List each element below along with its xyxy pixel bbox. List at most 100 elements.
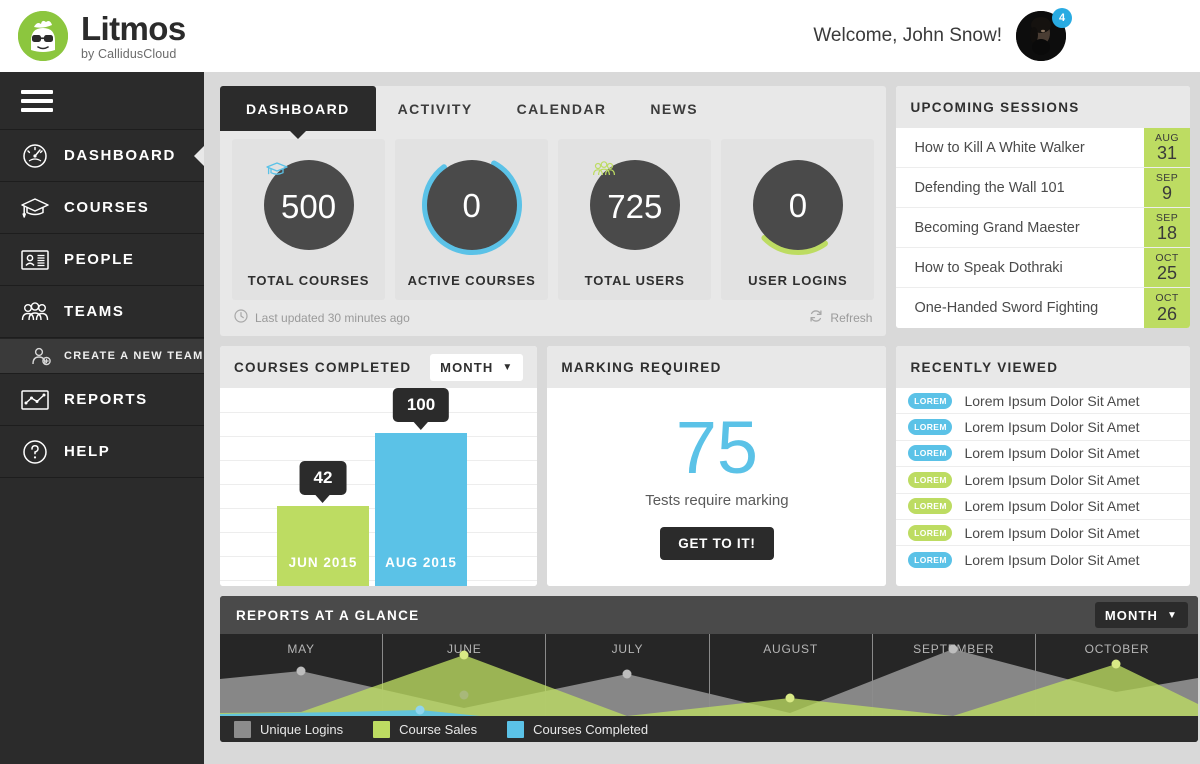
sidebar-item-people[interactable]: PEOPLE [0,234,204,286]
session-name: How to Kill A White Walker [914,139,1085,156]
item-title: Lorem Ipsum Dolor Sit Amet [964,392,1140,409]
marking-body: 75 Tests require marking GET TO IT! [547,388,887,586]
stat-card-total-courses[interactable]: 500 TOTAL COURSES [232,139,386,300]
sidebar-item-courses[interactable]: COURSES [0,182,204,234]
panel-header: COURSES COMPLETED MONTH ▼ [220,346,538,388]
hamburger-menu-icon[interactable] [0,72,204,130]
panel-title: COURSES COMPLETED [234,359,412,375]
tab-news[interactable]: NEWS [628,86,720,131]
sidebar-item-dashboard[interactable]: DASHBOARD [0,130,204,182]
data-point [459,690,469,700]
stat-card-group: 500 TOTAL COURSES 0 ACTIVE COURSES 725 T… [220,131,886,300]
litmos-face-logo-icon [18,11,68,61]
legend-item-unique-logins[interactable]: Unique Logins [234,720,344,738]
sidebar: DASHBOARD COURSES PEOPLE TEAMS CREATE A … [0,72,204,764]
tab-label: NEWS [650,100,698,117]
courses-completed-panel: COURSES COMPLETED MONTH ▼ 42 JUN 2015 10… [220,346,538,586]
status-badge: LOREM [908,551,953,568]
marking-required-panel: MARKING REQUIRED 75 Tests require markin… [547,346,887,586]
session-day: 31 [1156,143,1178,164]
refresh-label: Refresh [830,310,873,325]
get-to-it-button[interactable]: GET TO IT! [660,527,774,561]
data-point [948,644,958,654]
area-series-svg [220,644,1198,716]
reports-at-a-glance-panel: REPORTS AT A GLANCE MONTH ▼ MAY JUNE JUL… [220,596,1198,742]
refresh-button[interactable]: Refresh [809,309,872,326]
session-day: 9 [1161,183,1172,204]
data-point [296,666,306,676]
session-name: Defending the Wall 101 [914,179,1065,196]
status-badge: LOREM [908,498,953,515]
legend-item-course-sales[interactable]: Course Sales [373,720,477,738]
list-item[interactable]: How to Speak Dothraki OCT 25 [896,248,1190,288]
session-name: How to Speak Dothraki [914,259,1063,276]
tab-activity[interactable]: ACTIVITY [376,86,495,131]
bar-chart: 42 JUN 2015 100 AUG 2015 [220,388,538,586]
list-item[interactable]: Becoming Grand Maester SEP 18 [896,208,1190,248]
bar-group-jun-2015[interactable]: 42 JUN 2015 [277,461,369,586]
list-item[interactable]: One-Handed Sword Fighting OCT 26 [896,288,1190,328]
upcoming-sessions-list: How to Kill A White Walker AUG 31 Defend… [896,128,1190,328]
sidebar-item-label: PEOPLE [64,251,135,268]
courses-completed-range-dropdown[interactable]: MONTH ▼ [430,353,524,381]
area-chart: MAY JUNE JULY AUGUST SEPTEMBER OCTOBER [220,634,1198,716]
stat-card-active-courses[interactable]: 0 ACTIVE COURSES [395,139,549,300]
sidebar-item-label: DASHBOARD [64,147,176,164]
tab-label: ACTIVITY [397,100,473,117]
list-item[interactable]: Defending the Wall 101 SEP 9 [896,168,1190,208]
tab-label: DASHBOARD [246,100,350,117]
session-name: One-Handed Sword Fighting [914,300,1099,316]
chevron-down-icon: ▼ [1167,609,1178,621]
list-item[interactable]: LOREM Lorem Ipsum Dolor Sit Amet [896,520,1190,547]
data-point [785,693,795,703]
brand-name: Litmos [81,9,186,47]
list-item[interactable]: LOREM Lorem Ipsum Dolor Sit Amet [896,441,1190,468]
stat-label: TOTAL COURSES [247,273,370,288]
session-day: 18 [1156,223,1178,244]
tab-dashboard[interactable]: DASHBOARD [220,86,376,131]
session-date: SEP 9 [1144,168,1190,207]
last-updated-text: Last updated 30 minutes ago [255,310,410,325]
session-month: SEP [1155,211,1179,224]
legend-item-courses-completed[interactable]: Courses Completed [507,720,648,738]
sidebar-item-label: HELP [64,443,111,460]
panel-header: MARKING REQUIRED [547,346,887,388]
chart-legend: Unique Logins Course Sales Courses Compl… [220,716,1198,742]
session-date: OCT 26 [1144,288,1190,328]
dashboard-page: Litmos by CallidusCloud Welcome, John Sn… [0,0,1200,764]
sidebar-item-teams[interactable]: TEAMS [0,286,204,338]
legend-swatch [234,720,251,738]
legend-label: Unique Logins [260,721,344,737]
middle-row: COURSES COMPLETED MONTH ▼ 42 JUN 2015 10… [220,346,1190,586]
bar-group-aug-2015[interactable]: 100 AUG 2015 [375,388,467,586]
list-item[interactable]: LOREM Lorem Ipsum Dolor Sit Amet [896,546,1190,572]
brand-logo[interactable]: Litmos by CallidusCloud [0,11,186,61]
status-badge: LOREM [908,524,953,541]
sidebar-item-create-a-new-team[interactable]: CREATE A NEW TEAM [0,338,204,374]
list-item[interactable]: LOREM Lorem Ipsum Dolor Sit Amet [896,467,1190,494]
session-date: SEP 18 [1144,208,1190,247]
list-item[interactable]: How to Kill A White Walker AUG 31 [896,128,1190,168]
stat-card-user-logins[interactable]: 0 USER LOGINS [721,139,875,300]
list-item[interactable]: LOREM Lorem Ipsum Dolor Sit Amet [896,388,1190,415]
sidebar-item-label: REPORTS [64,391,148,408]
legend-swatch [507,720,525,738]
sidebar-item-reports[interactable]: REPORTS [0,374,204,426]
session-name: Becoming Grand Maester [914,219,1080,236]
list-item[interactable]: LOREM Lorem Ipsum Dolor Sit Amet [896,414,1190,441]
list-item[interactable]: LOREM Lorem Ipsum Dolor Sit Amet [896,494,1190,520]
marking-subtitle: Tests require marking [645,492,789,510]
id-card-icon [18,245,52,275]
stat-card-total-users[interactable]: 725 TOTAL USERS [558,139,712,300]
reports-range-dropdown[interactable]: MONTH ▼ [1094,602,1188,628]
data-point [459,650,469,660]
status-badge: LOREM [908,445,953,462]
sidebar-item-help[interactable]: HELP [0,426,204,478]
graduation-cap-icon [18,193,52,223]
item-title: Lorem Ipsum Dolor Sit Amet [964,419,1140,436]
notification-badge[interactable]: 4 [1052,8,1072,28]
data-point [1111,659,1121,669]
dashboard-card: DASHBOARD ACTIVITY CALENDAR NEWS 500 TOT… [220,86,887,336]
avatar[interactable]: 4 [1016,8,1072,61]
tab-calendar[interactable]: CALENDAR [495,86,629,131]
